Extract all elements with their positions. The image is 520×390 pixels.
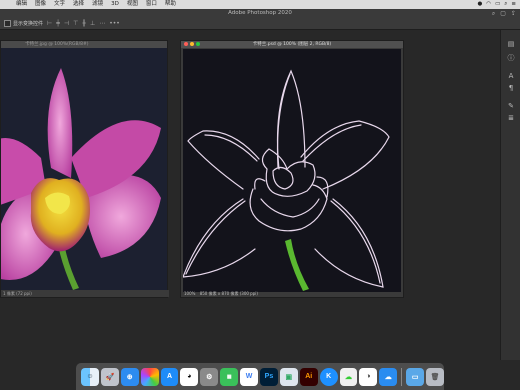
- mac-menu-bar: 编辑 图像 文字 选择 滤镜 3D 视图 窗口 帮助 ● ◠ ▭ ⌕ ≡: [0, 0, 520, 9]
- workspace-icon[interactable]: ▢: [500, 10, 506, 18]
- minimize-icon[interactable]: [190, 42, 194, 46]
- menu-3d[interactable]: 3D: [107, 0, 123, 9]
- search-icon[interactable]: ⌕: [492, 10, 495, 18]
- align-bottom-icon[interactable]: ⊥: [90, 20, 95, 27]
- show-transform-controls[interactable]: 显示变换控件: [4, 20, 43, 27]
- align-right-icon[interactable]: ⊣: [64, 20, 69, 27]
- align-center-icon[interactable]: ╪: [56, 20, 60, 27]
- search-icon[interactable]: ⌕: [504, 0, 507, 9]
- status-icons: ● ◠ ▭ ⌕ ≡: [477, 0, 520, 9]
- workspace-icons: ⌕ ▢ ⇪: [492, 10, 516, 18]
- wifi-icon[interactable]: ◠: [486, 0, 491, 9]
- more-options-icon[interactable]: •••: [109, 20, 120, 27]
- control-center-icon[interactable]: ≡: [511, 0, 516, 9]
- transform-label: 显示变换控件: [13, 21, 44, 27]
- wechat-work-icon[interactable]: ▦: [220, 367, 239, 386]
- launchpad-icon[interactable]: 🚀: [100, 367, 119, 386]
- paragraph-icon[interactable]: ¶: [505, 82, 517, 94]
- document-window-photo[interactable]: 卡特兰.jpg @ 100%(RGB/8#) 1 像素 (72 ppi): [0, 40, 169, 298]
- canvas-photo[interactable]: [1, 48, 167, 290]
- share-icon[interactable]: ⇪: [511, 10, 516, 18]
- qq-icon[interactable]: ◕: [180, 367, 199, 386]
- battery-icon[interactable]: ▭: [495, 0, 500, 9]
- wechat-icon[interactable]: ☁: [339, 367, 358, 386]
- menu-help[interactable]: 帮助: [161, 0, 180, 9]
- menu-filter[interactable]: 滤镜: [88, 0, 107, 9]
- trash-icon[interactable]: 🗑: [426, 367, 445, 386]
- document-size: 850 像素 x 870 像素 (300 ppi): [199, 291, 258, 296]
- menu-view[interactable]: 视图: [123, 0, 142, 9]
- preview-icon[interactable]: ▣: [279, 367, 298, 386]
- menu-type[interactable]: 文字: [50, 0, 69, 9]
- menu-edit[interactable]: 编辑: [12, 0, 31, 9]
- safari-icon[interactable]: ⊕: [120, 367, 139, 386]
- window-controls: [184, 42, 200, 46]
- menu-window[interactable]: 窗口: [142, 0, 161, 9]
- app-title: Adobe Photoshop 2020: [228, 10, 292, 16]
- mac-dock: ☺ 🚀 ⊕ A ◕ ⚙ ▦ W Ps ▣ Ai K ☁ ◑ ☁ ▭ 🗑: [76, 363, 445, 390]
- wps-icon[interactable]: W: [240, 367, 259, 386]
- menu-image[interactable]: 图像: [31, 0, 50, 9]
- distribute-icon[interactable]: ⋯: [99, 20, 105, 27]
- canvas-sketch[interactable]: [183, 49, 401, 292]
- zoom-level[interactable]: 100%: [184, 291, 195, 296]
- zoom-icon[interactable]: [196, 42, 200, 46]
- status-bar-sketch: 100% 850 像素 x 870 像素 (300 ppi): [181, 291, 403, 297]
- options-bar: Adobe Photoshop 2020 显示变换控件 ⊢ ╪ ⊣ ⊤ ╫ ⊥ …: [0, 9, 520, 30]
- info-icon[interactable]: ⓘ: [505, 52, 517, 64]
- close-icon[interactable]: [184, 42, 188, 46]
- menu-select[interactable]: 选择: [69, 0, 88, 9]
- align-middle-icon[interactable]: ╫: [82, 20, 86, 27]
- system-preferences-icon[interactable]: ⚙: [200, 367, 219, 386]
- character-icon[interactable]: A: [505, 70, 517, 82]
- dock-separator: [401, 367, 403, 386]
- align-left-icon[interactable]: ⊢: [47, 20, 52, 27]
- options-tools: 显示变换控件 ⊢ ╪ ⊣ ⊤ ╫ ⊥ ⋯ •••: [4, 18, 120, 29]
- qq-music-icon[interactable]: ◑: [359, 367, 378, 386]
- history-icon[interactable]: ▤: [505, 38, 517, 50]
- photos-icon[interactable]: [140, 367, 159, 386]
- document-title-sketch: 卡特兰.psd @ 100% (图层 2, RGB/8): [252, 42, 332, 47]
- finder-icon[interactable]: ☺: [81, 367, 99, 386]
- folder-icon[interactable]: ▭: [406, 367, 425, 386]
- kugou-icon[interactable]: K: [319, 367, 338, 386]
- orchid-line-sketch: [183, 49, 401, 292]
- adjustments-icon[interactable]: ≣: [505, 112, 517, 124]
- collapsed-panels: ▤ ⓘ A ¶ ✎ ≣: [500, 30, 520, 360]
- document-tab-sketch[interactable]: 卡特兰.psd @ 100% (图层 2, RGB/8): [181, 41, 403, 48]
- status-bar-photo: 1 像素 (72 ppi): [1, 290, 169, 297]
- transform-checkbox[interactable]: [4, 20, 11, 27]
- photoshop-icon[interactable]: Ps: [260, 367, 278, 386]
- wechat-status-icon[interactable]: ●: [477, 0, 482, 9]
- orchid-photo: [1, 48, 167, 290]
- brush-settings-icon[interactable]: ✎: [505, 100, 517, 112]
- document-tab-photo[interactable]: 卡特兰.jpg @ 100%(RGB/8#): [1, 41, 167, 48]
- baidu-netdisk-icon[interactable]: ☁: [379, 367, 398, 386]
- illustrator-icon[interactable]: Ai: [299, 367, 318, 386]
- document-window-sketch[interactable]: 卡特兰.psd @ 100% (图层 2, RGB/8) 100% 850 像素…: [180, 40, 404, 298]
- appstore-icon[interactable]: A: [160, 367, 179, 386]
- align-top-icon[interactable]: ⊤: [73, 20, 78, 27]
